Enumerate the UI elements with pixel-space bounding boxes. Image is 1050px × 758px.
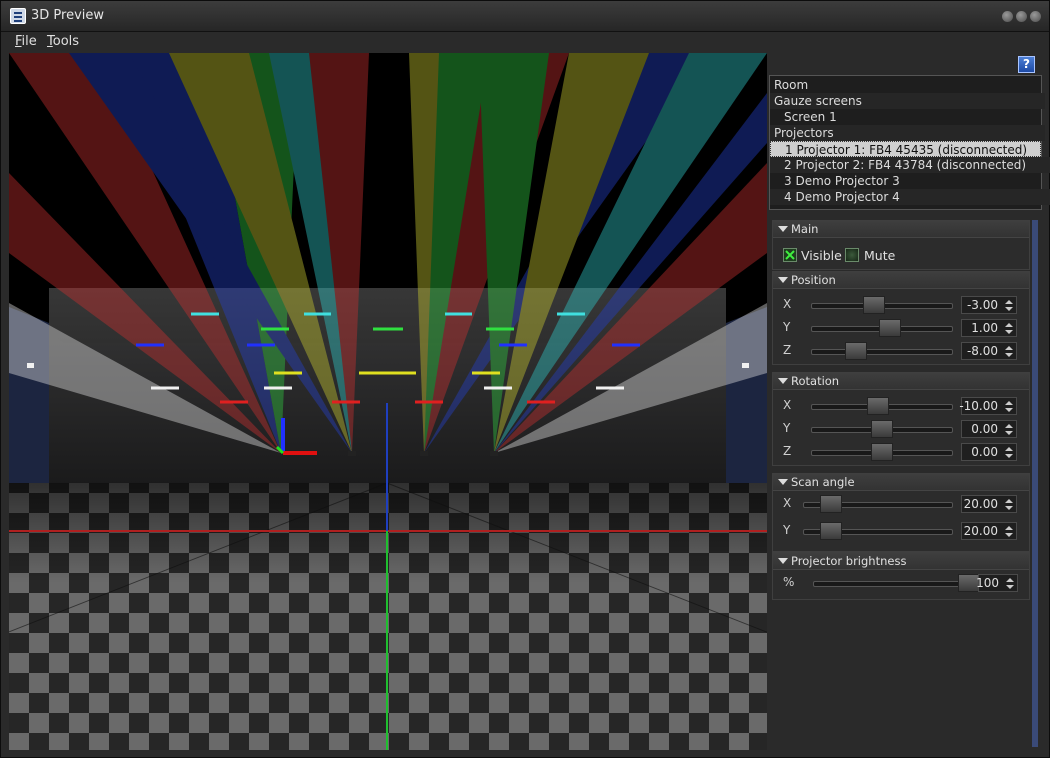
- slider-thumb[interactable]: [820, 495, 843, 513]
- properties-panel: ? Room Gauze screens Screen 1 Projectors 1 P…: [769, 53, 1050, 750]
- spin-up-icon[interactable]: [1005, 447, 1013, 451]
- section-main-header[interactable]: Main: [773, 221, 1029, 238]
- spin-down-icon[interactable]: [1005, 506, 1013, 510]
- spin-up-icon[interactable]: [1006, 578, 1014, 582]
- collapse-arrow-icon: [778, 226, 788, 232]
- check-icon: [785, 250, 795, 260]
- minimize-button[interactable]: [1002, 11, 1013, 22]
- spin-down-icon[interactable]: [1005, 431, 1013, 435]
- slider-track[interactable]: [811, 397, 953, 415]
- spin-up-icon[interactable]: [1005, 401, 1013, 405]
- value-spinbox[interactable]: -10.00: [959, 397, 1017, 415]
- axis-label: Y: [783, 421, 791, 435]
- tree-item[interactable]: Projectors: [770, 125, 1045, 141]
- 3d-scene: [9, 53, 767, 750]
- section-main: Main Visible Mute: [772, 220, 1030, 270]
- slider-thumb[interactable]: [820, 522, 843, 540]
- tree-item[interactable]: Screen 1: [770, 109, 1050, 125]
- menu-file[interactable]: File: [15, 34, 37, 49]
- tree-item[interactable]: Gauze screens: [770, 93, 1045, 109]
- spin-up-icon[interactable]: [1005, 499, 1013, 503]
- title-bar: 3D Preview: [1, 1, 1049, 32]
- value-spinbox[interactable]: 100: [976, 574, 1018, 592]
- collapse-arrow-icon: [778, 479, 788, 485]
- axis-label: Y: [783, 320, 791, 334]
- axis-label: Z: [783, 343, 792, 357]
- slider-track[interactable]: [811, 420, 953, 438]
- slider-track[interactable]: [811, 296, 953, 314]
- slider-thumb[interactable]: [845, 342, 868, 360]
- axis-label: X: [783, 398, 792, 412]
- tree-item[interactable]: 1 Projector 1: FB4 45435 (disconnected): [770, 141, 1041, 157]
- section-scan-angle-header[interactable]: Scan angle: [773, 474, 1029, 491]
- menu-tools[interactable]: Tools: [47, 34, 79, 49]
- scene-tree[interactable]: Room Gauze screens Screen 1 Projectors 1 Pro…: [769, 75, 1050, 210]
- spin-down-icon[interactable]: [1005, 307, 1013, 311]
- app-logo-icon: [10, 8, 26, 24]
- spin-up-icon[interactable]: [1005, 323, 1013, 327]
- axis-label: X: [783, 297, 792, 311]
- tree-item[interactable]: 3 Demo Projector 3: [770, 173, 1050, 189]
- window-controls: [1002, 11, 1041, 22]
- slider-thumb[interactable]: [862, 296, 885, 314]
- tree-item[interactable]: 4 Demo Projector 4: [770, 189, 1050, 205]
- collapse-arrow-icon: [778, 277, 788, 283]
- slider-track[interactable]: [803, 495, 953, 513]
- spin-up-icon[interactable]: [1005, 424, 1013, 428]
- section-position-header[interactable]: Position: [773, 272, 1029, 289]
- slider-thumb[interactable]: [879, 319, 902, 337]
- mute-checkbox[interactable]: [845, 248, 859, 262]
- section-rotation-header[interactable]: Rotation: [773, 373, 1029, 390]
- section-brightness-header[interactable]: Projector brightness: [773, 553, 1029, 570]
- slider-track[interactable]: [813, 574, 981, 592]
- spin-up-icon[interactable]: [1005, 300, 1013, 304]
- spin-down-icon[interactable]: [1005, 533, 1013, 537]
- value-spinbox[interactable]: 0.00: [961, 420, 1017, 438]
- section-brightness: Projector brightness% 100: [772, 552, 1030, 600]
- slider-track[interactable]: [811, 319, 953, 337]
- value-spinbox[interactable]: 20.00: [961, 495, 1017, 513]
- visible-label: Visible: [801, 248, 842, 263]
- value-spinbox[interactable]: 20.00: [961, 522, 1017, 540]
- 3d-viewport[interactable]: [9, 53, 767, 750]
- section-position: Position X -3.00 Y 1.00 Z -8.00: [772, 271, 1030, 365]
- section-scan-angle: Scan angle X 20.00 Y 20.00: [772, 473, 1030, 552]
- tree-item[interactable]: 2 Projector 2: FB4 43784 (disconnected): [770, 157, 1050, 173]
- axis-label: Z: [783, 444, 792, 458]
- slider-track[interactable]: [811, 342, 953, 360]
- value-spinbox[interactable]: 0.00: [961, 443, 1017, 461]
- value-spinbox[interactable]: -3.00: [961, 296, 1017, 314]
- slider-track[interactable]: [811, 443, 953, 461]
- app-window: 3D Preview File Tools ? Room Gauze scree…: [0, 0, 1050, 758]
- axis-label: Y: [783, 523, 791, 537]
- window-title: 3D Preview: [31, 8, 105, 23]
- close-button[interactable]: [1030, 11, 1041, 22]
- scrollbar[interactable]: [1032, 220, 1038, 747]
- spin-up-icon[interactable]: [1005, 526, 1013, 530]
- maximize-button[interactable]: [1016, 11, 1027, 22]
- value-spinbox[interactable]: -8.00: [961, 342, 1017, 360]
- axis-label: %: [783, 575, 795, 589]
- spin-down-icon[interactable]: [1005, 454, 1013, 458]
- slider-thumb[interactable]: [871, 443, 893, 461]
- menu-bar: File Tools: [1, 32, 1049, 52]
- spin-up-icon[interactable]: [1005, 346, 1013, 350]
- value-spinbox[interactable]: 1.00: [961, 319, 1017, 337]
- help-button[interactable]: ?: [1018, 56, 1035, 73]
- slider-thumb[interactable]: [867, 397, 890, 415]
- axis-label: X: [783, 496, 792, 510]
- mute-label: Mute: [864, 248, 896, 263]
- slider-track[interactable]: [803, 522, 953, 540]
- section-rotation: Rotation X -10.00 Y 0.00 Z 0.00: [772, 372, 1030, 466]
- tree-item[interactable]: Room: [770, 77, 1045, 93]
- collapse-arrow-icon: [778, 558, 788, 564]
- spin-down-icon[interactable]: [1006, 585, 1014, 589]
- collapse-arrow-icon: [778, 378, 788, 384]
- spin-down-icon[interactable]: [1005, 330, 1013, 334]
- visible-checkbox[interactable]: [783, 248, 797, 262]
- slider-thumb[interactable]: [871, 420, 893, 438]
- spin-down-icon[interactable]: [1005, 408, 1013, 412]
- spin-down-icon[interactable]: [1005, 353, 1013, 357]
